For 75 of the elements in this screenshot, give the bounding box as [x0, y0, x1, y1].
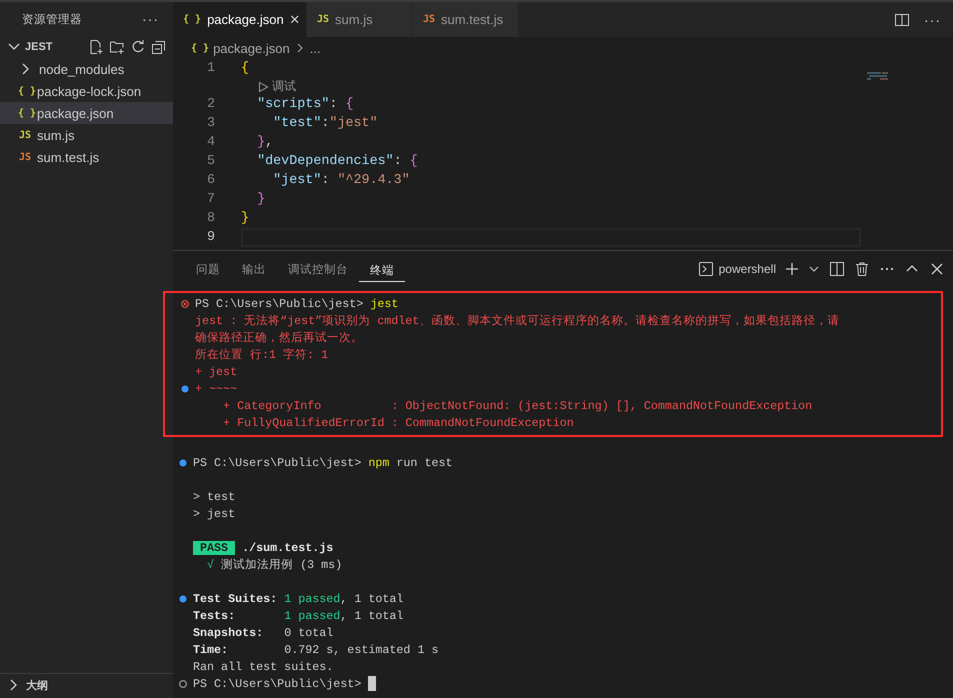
explorer-title: 资源管理器 — [22, 12, 82, 26]
run-icon[interactable] — [257, 80, 269, 92]
code-line: }, — [256, 135, 274, 150]
terminal-icon — [698, 261, 714, 277]
line-number: 8 — [206, 211, 216, 226]
terminal-line: Ran all test suites. — [193, 658, 334, 675]
new-folder-icon[interactable] — [109, 39, 125, 55]
shell-selector[interactable]: powershell — [698, 261, 776, 277]
plus-icon[interactable] — [785, 262, 799, 276]
split-editor-icon[interactable] — [894, 12, 910, 28]
file-tree-item[interactable]: JS sum.test.js — [0, 146, 173, 168]
terminal-line: + jest — [195, 364, 238, 380]
folder-header[interactable]: JEST — [0, 36, 173, 58]
split-terminal-icon[interactable] — [829, 261, 845, 277]
panel-tab[interactable]: 问题 — [185, 256, 231, 282]
debug-codelens[interactable]: 调试 — [272, 78, 296, 95]
more-button[interactable]: ··· — [924, 12, 941, 28]
panel-tab[interactable]: 终端 — [359, 256, 405, 282]
terminal-line: Snapshots: 0 total — [193, 624, 334, 641]
line-number: 9 — [206, 230, 216, 245]
close-icon[interactable] — [929, 261, 945, 277]
terminal-line: PS C:\Users\Public\jest> npm run test — [193, 454, 453, 471]
terminal-line: Test Suites: 1 passed, 1 total — [193, 590, 404, 607]
file-tree-item[interactable]: { }package-lock.json — [0, 80, 173, 102]
editor-tab[interactable]: JS sum.test.js — [413, 2, 519, 37]
panel-tab[interactable]: 输出 — [231, 256, 277, 282]
terminal-line: + ~~~~ — [195, 380, 238, 397]
editor-tab[interactable]: { } package.json × — [173, 2, 307, 37]
terminal-line: > test — [193, 488, 236, 505]
more-button[interactable]: ··· — [142, 11, 159, 27]
code-line: "devDependencies": { — [256, 154, 418, 169]
terminal-line: PASS ./sum.test.js — [193, 539, 334, 556]
editor-tab[interactable]: JS sum.js — [307, 2, 413, 37]
line-number: 5 — [206, 154, 216, 169]
terminal-line: > jest — [193, 506, 236, 522]
code-line: "scripts": { — [256, 97, 354, 112]
terminal-line: PS C:\Users\Public\jest> — [193, 676, 362, 692]
code-line: "test":"jest" — [272, 116, 378, 131]
close-button[interactable]: × — [290, 10, 300, 30]
terminal-line: + CategoryInfo : ObjectNotFound: (jest:String) [], CommandNotFoundException — [222, 398, 812, 414]
code-line: } — [241, 211, 250, 226]
line-number: 1 — [206, 61, 216, 76]
js-icon: JS — [423, 14, 436, 25]
new-file-icon[interactable] — [88, 39, 104, 55]
breadcrumb-item[interactable]: ... — [310, 40, 321, 56]
code-line: { — [241, 61, 250, 76]
braces-icon: { } — [183, 14, 202, 25]
js-icon: JS — [317, 14, 330, 25]
js-icon: JS — [18, 152, 32, 162]
terminal-line: Time: 0.792 s, estimated 1 s — [193, 642, 438, 658]
js-icon: JS — [18, 130, 32, 140]
minimap-drawing — [866, 71, 890, 83]
file-tree-item[interactable]: node_modules — [0, 58, 173, 80]
line-number: 2 — [206, 97, 216, 112]
collapse-icon[interactable] — [151, 39, 167, 55]
breadcrumb-item[interactable]: package.json — [213, 40, 290, 56]
terminal-line: √ 测试加法用例 (3 ms) — [206, 556, 342, 573]
braces-icon: { } — [191, 42, 210, 54]
terminal-line: Tests: 1 passed, 1 total — [193, 608, 404, 624]
line-number: 3 — [206, 116, 216, 131]
code-line: } — [256, 192, 266, 207]
file-tree-item[interactable]: { }package.json — [0, 102, 173, 124]
line-number: 7 — [206, 192, 216, 207]
file-tree-item[interactable]: JS sum.js — [0, 124, 173, 146]
line-number: 6 — [206, 173, 216, 188]
code-line: "jest": "^29.4.3" — [272, 173, 410, 188]
panel-tab[interactable]: 调试控制台 — [277, 256, 359, 282]
terminal-line: PS C:\Users\Public\jest> jest — [195, 296, 398, 312]
terminal-line: jest : 无法将“jest”项识别为 cmdlet、函数、脚本文件或可运行程序的名称。请检查名称的拼写，如果包括路径，请 — [195, 313, 840, 329]
trash-icon[interactable] — [854, 261, 870, 277]
line-number: 4 — [206, 135, 216, 150]
terminal-line: + FullyQualifiedErrorId : CommandNotFoundException — [222, 414, 574, 431]
terminal-line: 确保路径正确，然后再试一次。 — [195, 330, 363, 346]
terminal-line: 所在位置 行:1 字符: 1 — [195, 347, 328, 363]
refresh-icon[interactable] — [130, 39, 146, 55]
